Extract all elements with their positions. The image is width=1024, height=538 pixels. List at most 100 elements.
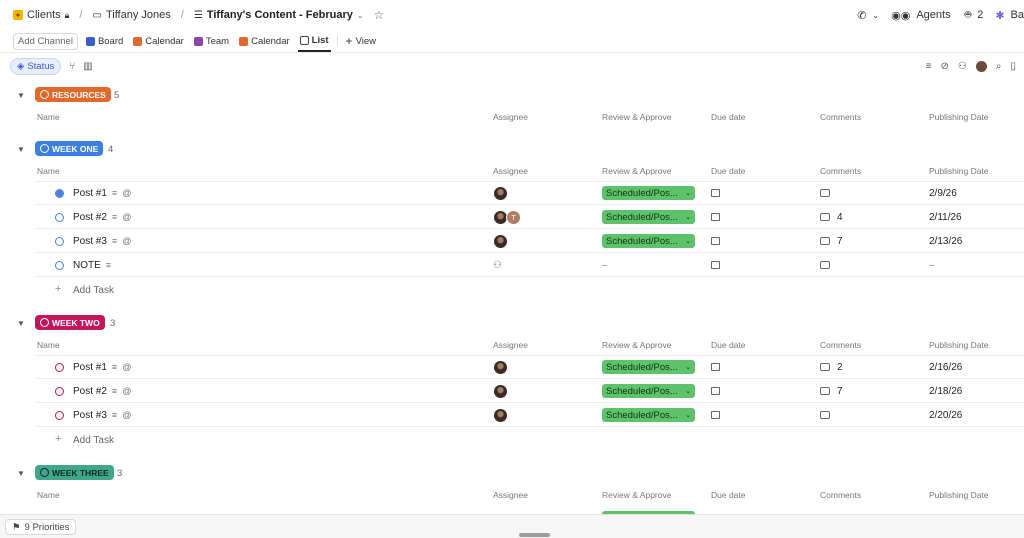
group-by-status-button[interactable]: ◈ Status [10,57,62,75]
col-name[interactable]: Name [37,112,60,122]
calendar-add-icon[interactable] [711,387,720,395]
columns-icon[interactable]: ▥ [83,61,92,72]
chevron-down-icon[interactable]: ⌄ [872,11,879,20]
publishing-date-cell[interactable]: 2/16/26 [929,355,962,379]
avatar-initial[interactable]: T [506,209,521,225]
breadcrumb-workspace[interactable]: Clients [27,9,61,21]
add-task-row[interactable]: + Add Task [0,429,1024,451]
task-name[interactable]: Post #3 [73,236,107,247]
due-date-cell[interactable] [711,253,720,277]
review-cell[interactable]: Scheduled/Pos... ⌄ [602,229,695,253]
col-name[interactable]: Name [37,340,60,350]
search-icon[interactable]: ⌕ [996,61,1002,72]
col-assignee[interactable]: Assignee [493,490,528,500]
task-name[interactable]: Post #1 [73,362,107,373]
comment-icon[interactable] [820,189,830,197]
collapse-caret-icon[interactable]: ▼ [17,91,25,100]
review-status-dropdown[interactable]: Scheduled/Pos... ⌄ [602,408,695,422]
col-assignee[interactable]: Assignee [493,112,528,122]
review-cell[interactable]: Scheduled/Pos... ⌄ [602,355,695,379]
calendar-add-icon[interactable] [711,261,720,269]
tab-team[interactable]: Team [192,30,231,52]
due-date-cell[interactable] [711,355,720,379]
tab-board[interactable]: Board [84,30,125,52]
add-assignee-icon[interactable]: ⚇ [493,260,502,271]
publishing-date-cell[interactable]: 2/18/26 [929,379,962,403]
calendar-add-icon[interactable] [711,411,720,419]
comments-cell[interactable]: 2 [820,355,843,379]
task-name[interactable]: Post #2 [73,386,107,397]
comments-cell[interactable] [820,253,837,277]
breadcrumb-list[interactable]: Tiffany's Content - February [207,9,353,21]
filter-icon[interactable]: ≡ [926,61,932,72]
resize-handle[interactable] [519,533,550,537]
col-assignee[interactable]: Assignee [493,166,528,176]
col-review[interactable]: Review & Approve [602,166,671,176]
comments-cell[interactable] [820,403,837,427]
review-status-dropdown[interactable]: Scheduled/Pos... ⌄ [602,360,695,374]
table-row[interactable]: Post #3 ≡ @ Scheduled/Pos... ⌄ 2/20/26 [0,403,1024,427]
more-icon[interactable]: ▯ [1010,61,1016,72]
table-row[interactable]: Post #2 ≡ @ T Scheduled/Pos... ⌄ 4 2/11/2… [0,205,1024,229]
publishing-date-cell[interactable]: 2/13/26 [929,229,962,253]
table-row[interactable]: Post #1 ≡ @ Scheduled/Pos... ⌄ 2 2/16/26 [0,355,1024,379]
task-name[interactable]: Post #1 [73,188,107,199]
check-circle-icon[interactable]: ⊘ [941,61,949,72]
status-pill[interactable]: WEEK THREE [35,465,114,480]
star-icon[interactable]: ☆ [374,8,385,22]
avatar[interactable] [493,233,508,249]
review-status-dropdown[interactable]: Scheduled/Pos... ⌄ [602,186,695,200]
publishing-date-cell[interactable]: 2/20/26 [929,403,962,427]
due-date-cell[interactable] [711,181,720,205]
tab-calendar-2[interactable]: Calendar [237,30,292,52]
assignee-cell[interactable]: T [493,205,521,229]
avatar[interactable] [493,407,508,423]
task-name[interactable]: Post #2 [73,212,107,223]
status-circle-icon[interactable] [55,260,64,270]
brain-button[interactable]: Ba [1011,9,1024,21]
col-publishing-date[interactable]: Publishing Date [929,490,989,500]
me-avatar[interactable] [975,60,987,72]
comment-icon[interactable] [820,363,830,371]
col-due-date[interactable]: Due date [711,340,746,350]
review-status-dropdown[interactable]: Scheduled/Pos... ⌄ [602,384,695,398]
calendar-add-icon[interactable] [711,189,720,197]
table-row[interactable]: Post #3 ≡ @ Scheduled/Pos... ⌄ 7 2/13/26 [0,229,1024,253]
due-date-cell[interactable] [711,379,720,403]
avatar[interactable] [493,383,508,399]
review-cell[interactable]: Scheduled/Pos... ⌄ [602,379,695,403]
col-due-date[interactable]: Due date [711,112,746,122]
comment-icon[interactable] [820,213,830,221]
table-row[interactable]: NOTE ≡ ⚇ – – [0,253,1024,277]
assignee-cell[interactable] [493,379,508,403]
status-circle-icon[interactable] [55,236,64,246]
task-name[interactable]: NOTE [73,260,101,271]
calendar-add-icon[interactable] [711,213,720,221]
comment-icon[interactable] [820,237,830,245]
review-cell[interactable]: Scheduled/Pos... ⌄ [602,181,695,205]
col-publishing-date[interactable]: Publishing Date [929,112,989,122]
col-review[interactable]: Review & Approve [602,340,671,350]
agents-button[interactable]: Agents [916,9,950,21]
status-pill[interactable]: WEEK ONE [35,141,104,156]
status-circle-icon[interactable] [55,212,64,222]
priorities-button[interactable]: ⚑ 9 Priorities [5,519,77,535]
col-publishing-date[interactable]: Publishing Date [929,166,989,176]
publishing-date-cell[interactable]: 2/11/26 [929,205,962,229]
due-date-cell[interactable] [711,229,720,253]
tab-calendar[interactable]: Calendar [131,30,186,52]
due-date-cell[interactable] [711,205,720,229]
assignee-cell[interactable] [493,403,508,427]
collapse-caret-icon[interactable]: ▼ [17,319,25,328]
comment-icon[interactable] [820,387,830,395]
status-circle-icon[interactable] [55,386,64,396]
status-pill[interactable]: WEEK TWO [35,315,105,330]
col-due-date[interactable]: Due date [711,490,746,500]
status-circle-icon[interactable] [55,410,64,420]
phone-icon[interactable]: ✆ [857,9,866,22]
avatar[interactable] [493,185,508,201]
comments-cell[interactable]: 4 [820,205,843,229]
add-view-button[interactable]: + View [344,30,378,52]
col-comments[interactable]: Comments [820,112,861,122]
comments-cell[interactable]: 7 [820,229,843,253]
